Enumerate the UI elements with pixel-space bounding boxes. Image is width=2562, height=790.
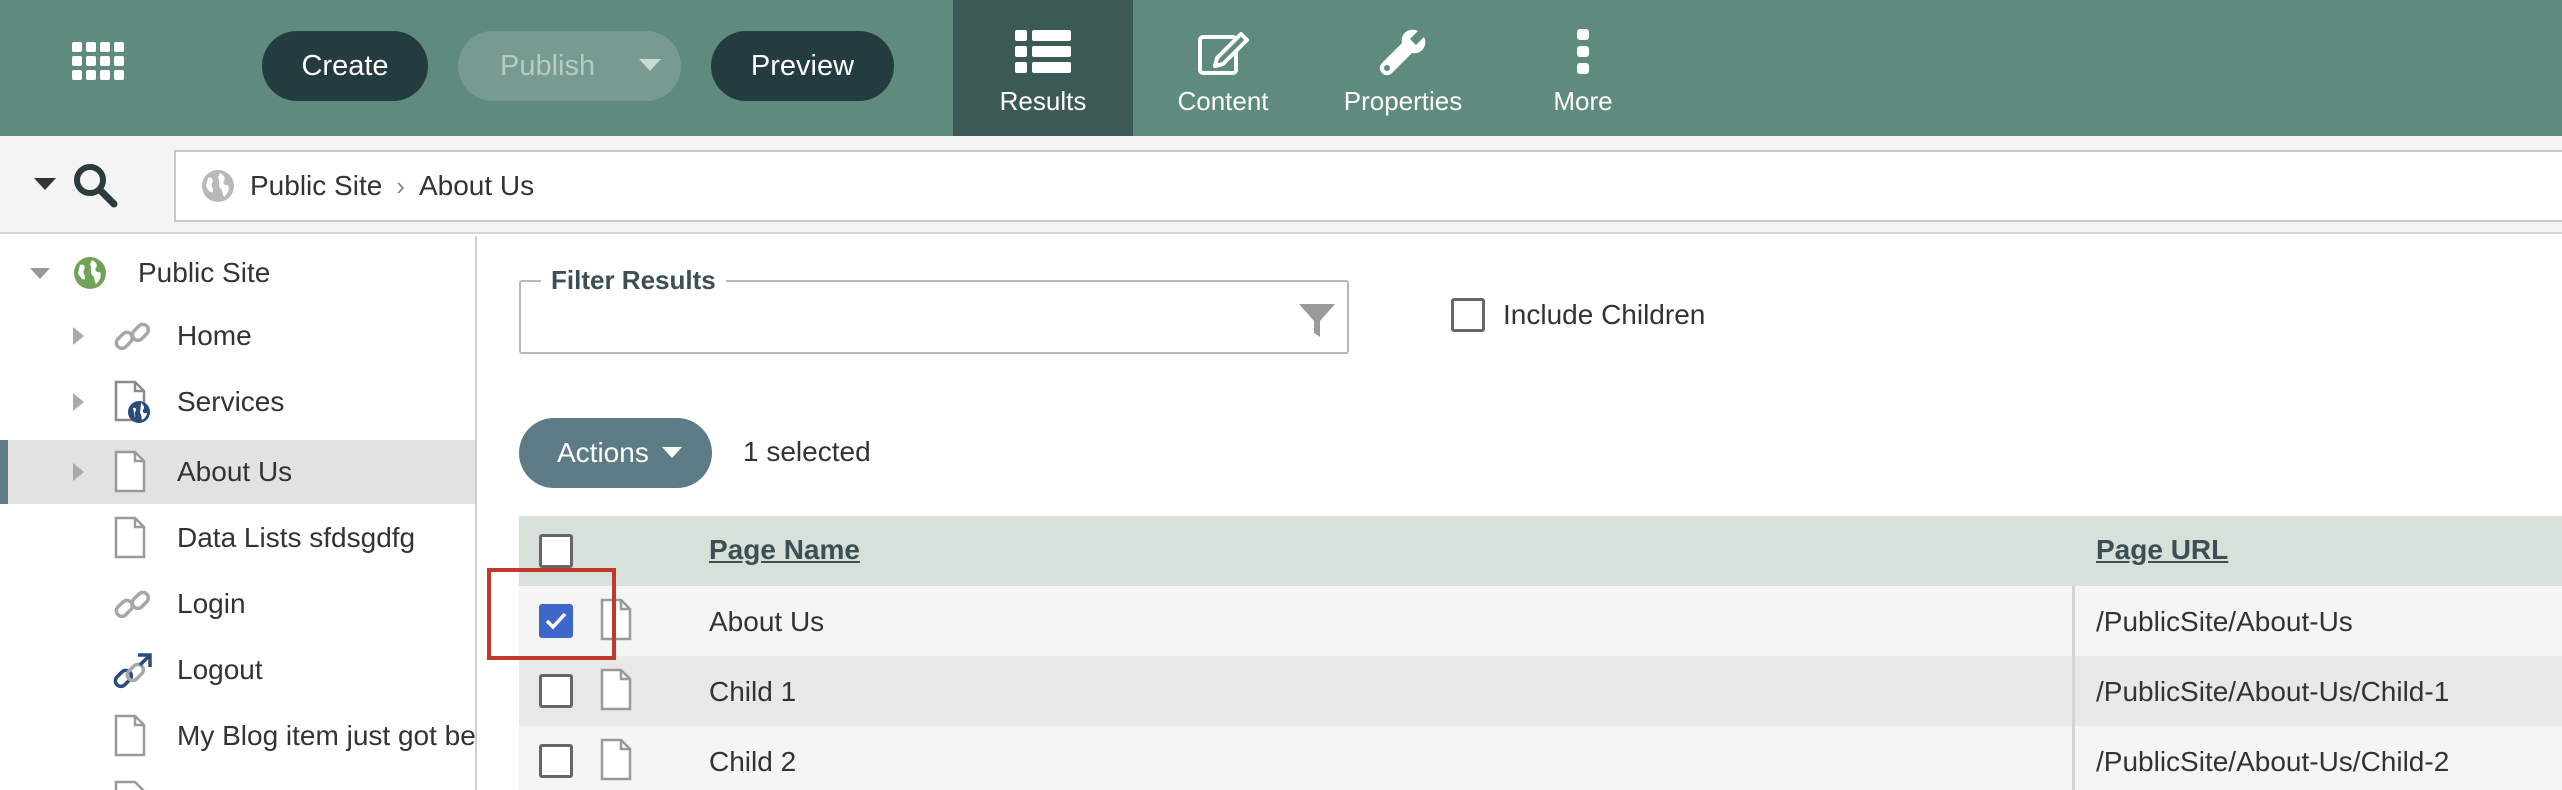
expand-right-icon[interactable]	[73, 327, 84, 345]
tab-more-label: More	[1553, 86, 1613, 116]
tab-results[interactable]: Results	[953, 0, 1133, 136]
page-url-cell: /PublicSite/About-Us/Child-1	[2096, 676, 2450, 707]
tree-item-partial	[0, 770, 475, 790]
actions-button[interactable]: Actions	[519, 418, 712, 488]
expand-right-icon[interactable]	[73, 463, 84, 481]
globe-icon	[72, 255, 108, 291]
column-header-page-url[interactable]: Page URL	[2096, 534, 2228, 566]
page-icon	[599, 598, 633, 642]
table-row[interactable]: About Us /PublicSite/About-Us	[519, 586, 2562, 656]
list-icon	[1013, 28, 1073, 76]
publish-button[interactable]: Publish	[458, 31, 681, 101]
page-icon	[113, 780, 147, 790]
tree-item-label: Public Site	[138, 257, 271, 288]
page-icon	[599, 738, 633, 782]
tree-item-public-site[interactable]: Public Site	[0, 241, 475, 305]
more-vertical-icon	[1553, 28, 1613, 76]
tab-more[interactable]: More	[1493, 0, 1673, 136]
tree-item-login[interactable]: Login	[0, 572, 475, 636]
table-row[interactable]: Child 1 /PublicSite/About-Us/Child-1	[519, 656, 2562, 726]
tree-item-my-blog[interactable]: My Blog item just got bet	[0, 704, 475, 768]
chevron-down-icon	[662, 447, 682, 458]
tab-content-label: Content	[1177, 86, 1269, 116]
top-toolbar: Create Publish Preview Results Content P…	[0, 0, 2562, 136]
page-url-cell: /PublicSite/About-Us/Child-2	[2096, 746, 2450, 777]
page-name-cell[interactable]: Child 2	[709, 746, 796, 778]
table-row[interactable]: Child 2 /PublicSite/About-Us/Child-2	[519, 726, 2562, 790]
tree-item-services[interactable]: Services	[0, 370, 475, 434]
table-header: Page Name Page URL	[519, 516, 2562, 586]
column-divider	[2072, 726, 2075, 790]
sidebar-tree: Public Site Home Services About Us Data …	[0, 236, 477, 790]
row-checkbox[interactable]	[539, 674, 573, 713]
page-icon	[599, 668, 633, 712]
tree-item-label: My Blog item just got bet	[177, 720, 477, 751]
app-grid-icon[interactable]	[72, 42, 124, 86]
selected-count: 1 selected	[743, 436, 871, 467]
edit-icon	[1193, 28, 1253, 76]
filter-results-box: Filter Results	[519, 265, 1349, 354]
wrench-icon	[1373, 28, 1433, 76]
tab-properties[interactable]: Properties	[1313, 0, 1493, 136]
create-button[interactable]: Create	[262, 31, 428, 101]
link-icon	[112, 585, 152, 625]
tree-item-about-us[interactable]: About Us	[0, 440, 475, 504]
filter-icon[interactable]	[1297, 300, 1337, 345]
tree-item-home[interactable]: Home	[0, 304, 475, 368]
filter-input[interactable]	[531, 296, 1271, 340]
tree-item-logout[interactable]: Logout	[0, 638, 475, 702]
expand-down-icon[interactable]	[30, 268, 50, 279]
column-divider	[2072, 586, 2075, 656]
page-url-cell: /PublicSite/About-Us	[2096, 606, 2353, 637]
breadcrumb-item[interactable]: Public Site	[250, 170, 382, 202]
tab-results-label: Results	[999, 86, 1087, 116]
tree-item-label: About Us	[177, 456, 293, 487]
tree-item-label: Login	[177, 588, 246, 619]
preview-button[interactable]: Preview	[711, 31, 894, 101]
tree-item-label: Logout	[177, 654, 263, 685]
tree-item-label: Home	[177, 320, 252, 351]
caret-down-icon[interactable]	[34, 178, 56, 190]
tab-properties-label: Properties	[1343, 86, 1463, 116]
publish-button-label: Publish	[500, 49, 596, 82]
column-header-page-name[interactable]: Page Name	[709, 534, 860, 566]
tab-content[interactable]: Content	[1133, 0, 1313, 136]
breadcrumb: Public Site › About Us	[174, 150, 2562, 222]
row-checkbox[interactable]	[539, 744, 573, 783]
tree-item-label: Services	[177, 386, 285, 417]
expand-right-icon[interactable]	[73, 393, 84, 411]
results-panel: Filter Results Include Children Actions …	[479, 236, 2562, 790]
tree-item-label: Data Lists sfdsgdfg	[177, 522, 416, 553]
actions-button-label: Actions	[557, 437, 649, 468]
link-icon	[112, 317, 152, 357]
page-icon	[113, 516, 147, 560]
search-bar: Public Site › About Us	[0, 136, 2562, 234]
globe-icon	[200, 168, 236, 204]
breadcrumb-item[interactable]: About Us	[419, 170, 534, 202]
link-arrow-icon	[112, 651, 154, 693]
search-icon[interactable]	[72, 162, 118, 213]
include-children-label: Include Children	[1503, 299, 1706, 330]
filter-results-legend: Filter Results	[541, 265, 726, 296]
chevron-down-icon[interactable]	[639, 59, 661, 71]
tree-item-data-lists[interactable]: Data Lists sfdsgdfg	[0, 506, 475, 570]
page-name-cell[interactable]: Child 1	[709, 676, 796, 708]
page-globe-icon	[113, 380, 153, 424]
page-icon	[113, 450, 147, 494]
chevron-right-icon: ›	[396, 170, 405, 201]
select-all-checkbox[interactable]	[539, 534, 573, 573]
row-checkbox[interactable]	[539, 604, 573, 638]
include-children-checkbox[interactable]: Include Children	[1451, 298, 1705, 332]
page-icon	[113, 714, 147, 758]
page-name-cell[interactable]: About Us	[709, 606, 824, 638]
checkbox[interactable]	[1451, 298, 1485, 332]
column-divider	[2072, 656, 2075, 726]
